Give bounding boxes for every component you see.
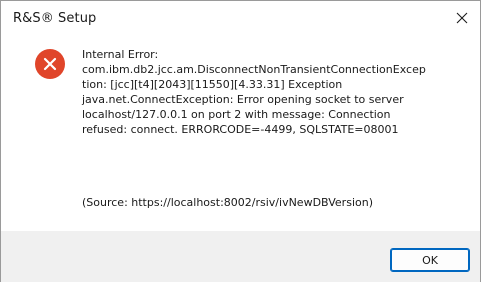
message-line: localhost/127.0.0.1 on port 2 with messa… bbox=[82, 108, 391, 121]
close-icon bbox=[456, 12, 468, 24]
message-line: refused: connect. ERRORCODE=-4499, SQLST… bbox=[82, 123, 399, 136]
window-title: R&S® Setup bbox=[13, 11, 97, 26]
message-line: com.ibm.db2.jcc.am.DisconnectNonTransien… bbox=[82, 63, 426, 76]
close-button[interactable] bbox=[444, 1, 480, 35]
error-message: Internal Error: com.ibm.db2.jcc.am.Discon… bbox=[82, 47, 472, 137]
error-icon bbox=[35, 49, 65, 79]
ok-button[interactable]: OK bbox=[390, 248, 470, 272]
message-line: Internal Error: bbox=[82, 48, 159, 61]
message-line: java.net.ConnectException: Error opening… bbox=[82, 93, 404, 106]
error-source: (Source: https://localhost:8002/rsiv/ivN… bbox=[82, 196, 373, 209]
setup-dialog: R&S® Setup Internal Error: com.ibm.db2.jc… bbox=[0, 0, 481, 282]
title-bar[interactable]: R&S® Setup bbox=[1, 1, 480, 37]
message-line: tion: [jcc][t4][2043][11550][4.33.31] Ex… bbox=[82, 78, 343, 91]
